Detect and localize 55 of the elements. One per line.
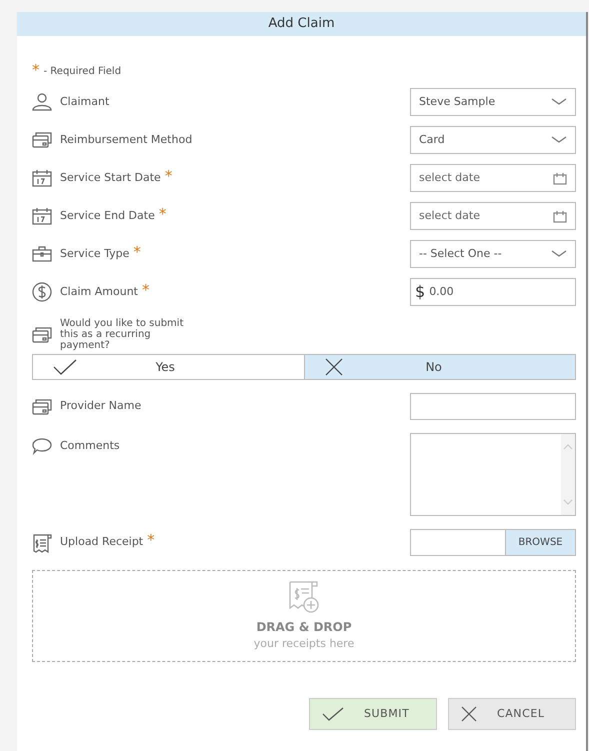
- chevron-down-icon: [551, 136, 567, 144]
- chevron-down-icon: [551, 250, 567, 258]
- field-label: Claim Amount: [60, 284, 138, 300]
- close-icon: [461, 706, 477, 722]
- field-label: Service End Date: [60, 208, 155, 224]
- amount-field[interactable]: $ 0.00: [410, 278, 576, 306]
- scroll-up-icon: [563, 444, 573, 450]
- dialog-title: Add Claim: [17, 12, 586, 36]
- calendar-icon: [32, 169, 52, 187]
- field-label: Reimbursement Method: [60, 132, 192, 148]
- check-icon: [322, 707, 344, 721]
- cards-icon: [32, 132, 52, 148]
- cards-icon: [32, 326, 52, 342]
- submit-button[interactable]: SUBMIT: [309, 698, 437, 730]
- field-label: Service Start Date: [60, 170, 161, 186]
- field-label: Provider Name: [60, 398, 142, 414]
- required-asterisk: *: [142, 284, 150, 296]
- field-label: Upload Receipt: [60, 534, 144, 550]
- field-label: Comments: [60, 438, 120, 454]
- briefcase-icon: [32, 246, 52, 262]
- calendar-icon: [32, 207, 52, 225]
- scroll-down-icon: [563, 499, 573, 505]
- dollar-icon: [32, 282, 52, 302]
- dropdown[interactable]: -- Select One --: [410, 240, 576, 268]
- cards-icon: [32, 398, 52, 414]
- chevron-down-icon: [551, 98, 567, 106]
- receipt-add-icon: [288, 580, 320, 614]
- person-icon: [32, 93, 52, 111]
- drop-subtitle: your receipts here: [254, 636, 354, 652]
- required-note: - Required Field: [44, 65, 122, 79]
- drop-title: DRAG & DROP: [256, 618, 352, 636]
- dropdown[interactable]: Steve Sample: [410, 88, 576, 116]
- required-asterisk: *: [32, 64, 40, 76]
- close-icon: [324, 358, 342, 376]
- date-field[interactable]: select date: [410, 164, 576, 192]
- required-asterisk: *: [164, 170, 172, 182]
- calendar-icon: [553, 172, 567, 184]
- drop-zone[interactable]: DRAG & DROP your receipts here: [32, 570, 576, 662]
- scrollbar[interactable]: [561, 434, 575, 515]
- receipt-icon: [32, 532, 52, 554]
- dropdown[interactable]: Card: [410, 126, 576, 154]
- speech-bubble-icon: [32, 437, 52, 455]
- check-icon: [53, 359, 77, 375]
- required-asterisk: *: [147, 534, 155, 546]
- required-asterisk: *: [133, 246, 141, 258]
- provider-name-field[interactable]: [410, 393, 576, 420]
- date-field[interactable]: select date: [410, 202, 576, 230]
- toggle-option[interactable]: No: [304, 355, 575, 379]
- recurring-question: Would you like to submit this as a recurring payment?: [60, 318, 184, 351]
- cancel-button[interactable]: CANCEL: [448, 698, 576, 730]
- field-label: Claimant: [60, 94, 110, 110]
- field-label: Service Type: [60, 246, 130, 262]
- required-asterisk: *: [158, 208, 166, 220]
- comments-field[interactable]: [410, 433, 576, 516]
- calendar-icon: [553, 210, 567, 222]
